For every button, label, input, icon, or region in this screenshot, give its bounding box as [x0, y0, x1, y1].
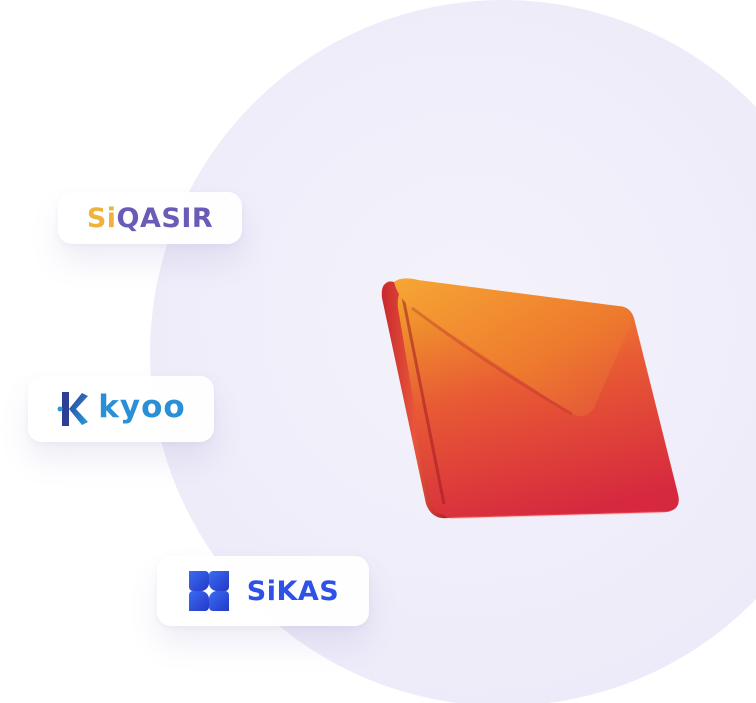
- brand-card-sikas: SiKAS: [157, 556, 369, 626]
- kyoo-logo: kyoo: [56, 389, 186, 428]
- kyoo-k-icon: [57, 392, 89, 426]
- brand-card-kyoo: kyoo: [28, 376, 214, 442]
- siqasir-logo-prefix: Si: [86, 202, 117, 234]
- brand-card-siqasir: SiQASIR: [58, 192, 242, 244]
- kyoo-logo-text: kyoo: [98, 389, 186, 425]
- envelope-icon: [381, 278, 679, 519]
- sikas-clover-icon: [188, 571, 229, 611]
- siqasir-logo: SiQASIR: [87, 203, 213, 234]
- hero-stage: SiQASIR kyoo SiKAS: [0, 0, 756, 703]
- sikas-logo: SiKAS: [187, 569, 339, 613]
- sikas-logo-text: SiKAS: [246, 575, 340, 607]
- siqasir-logo-rest: QASIR: [116, 202, 214, 234]
